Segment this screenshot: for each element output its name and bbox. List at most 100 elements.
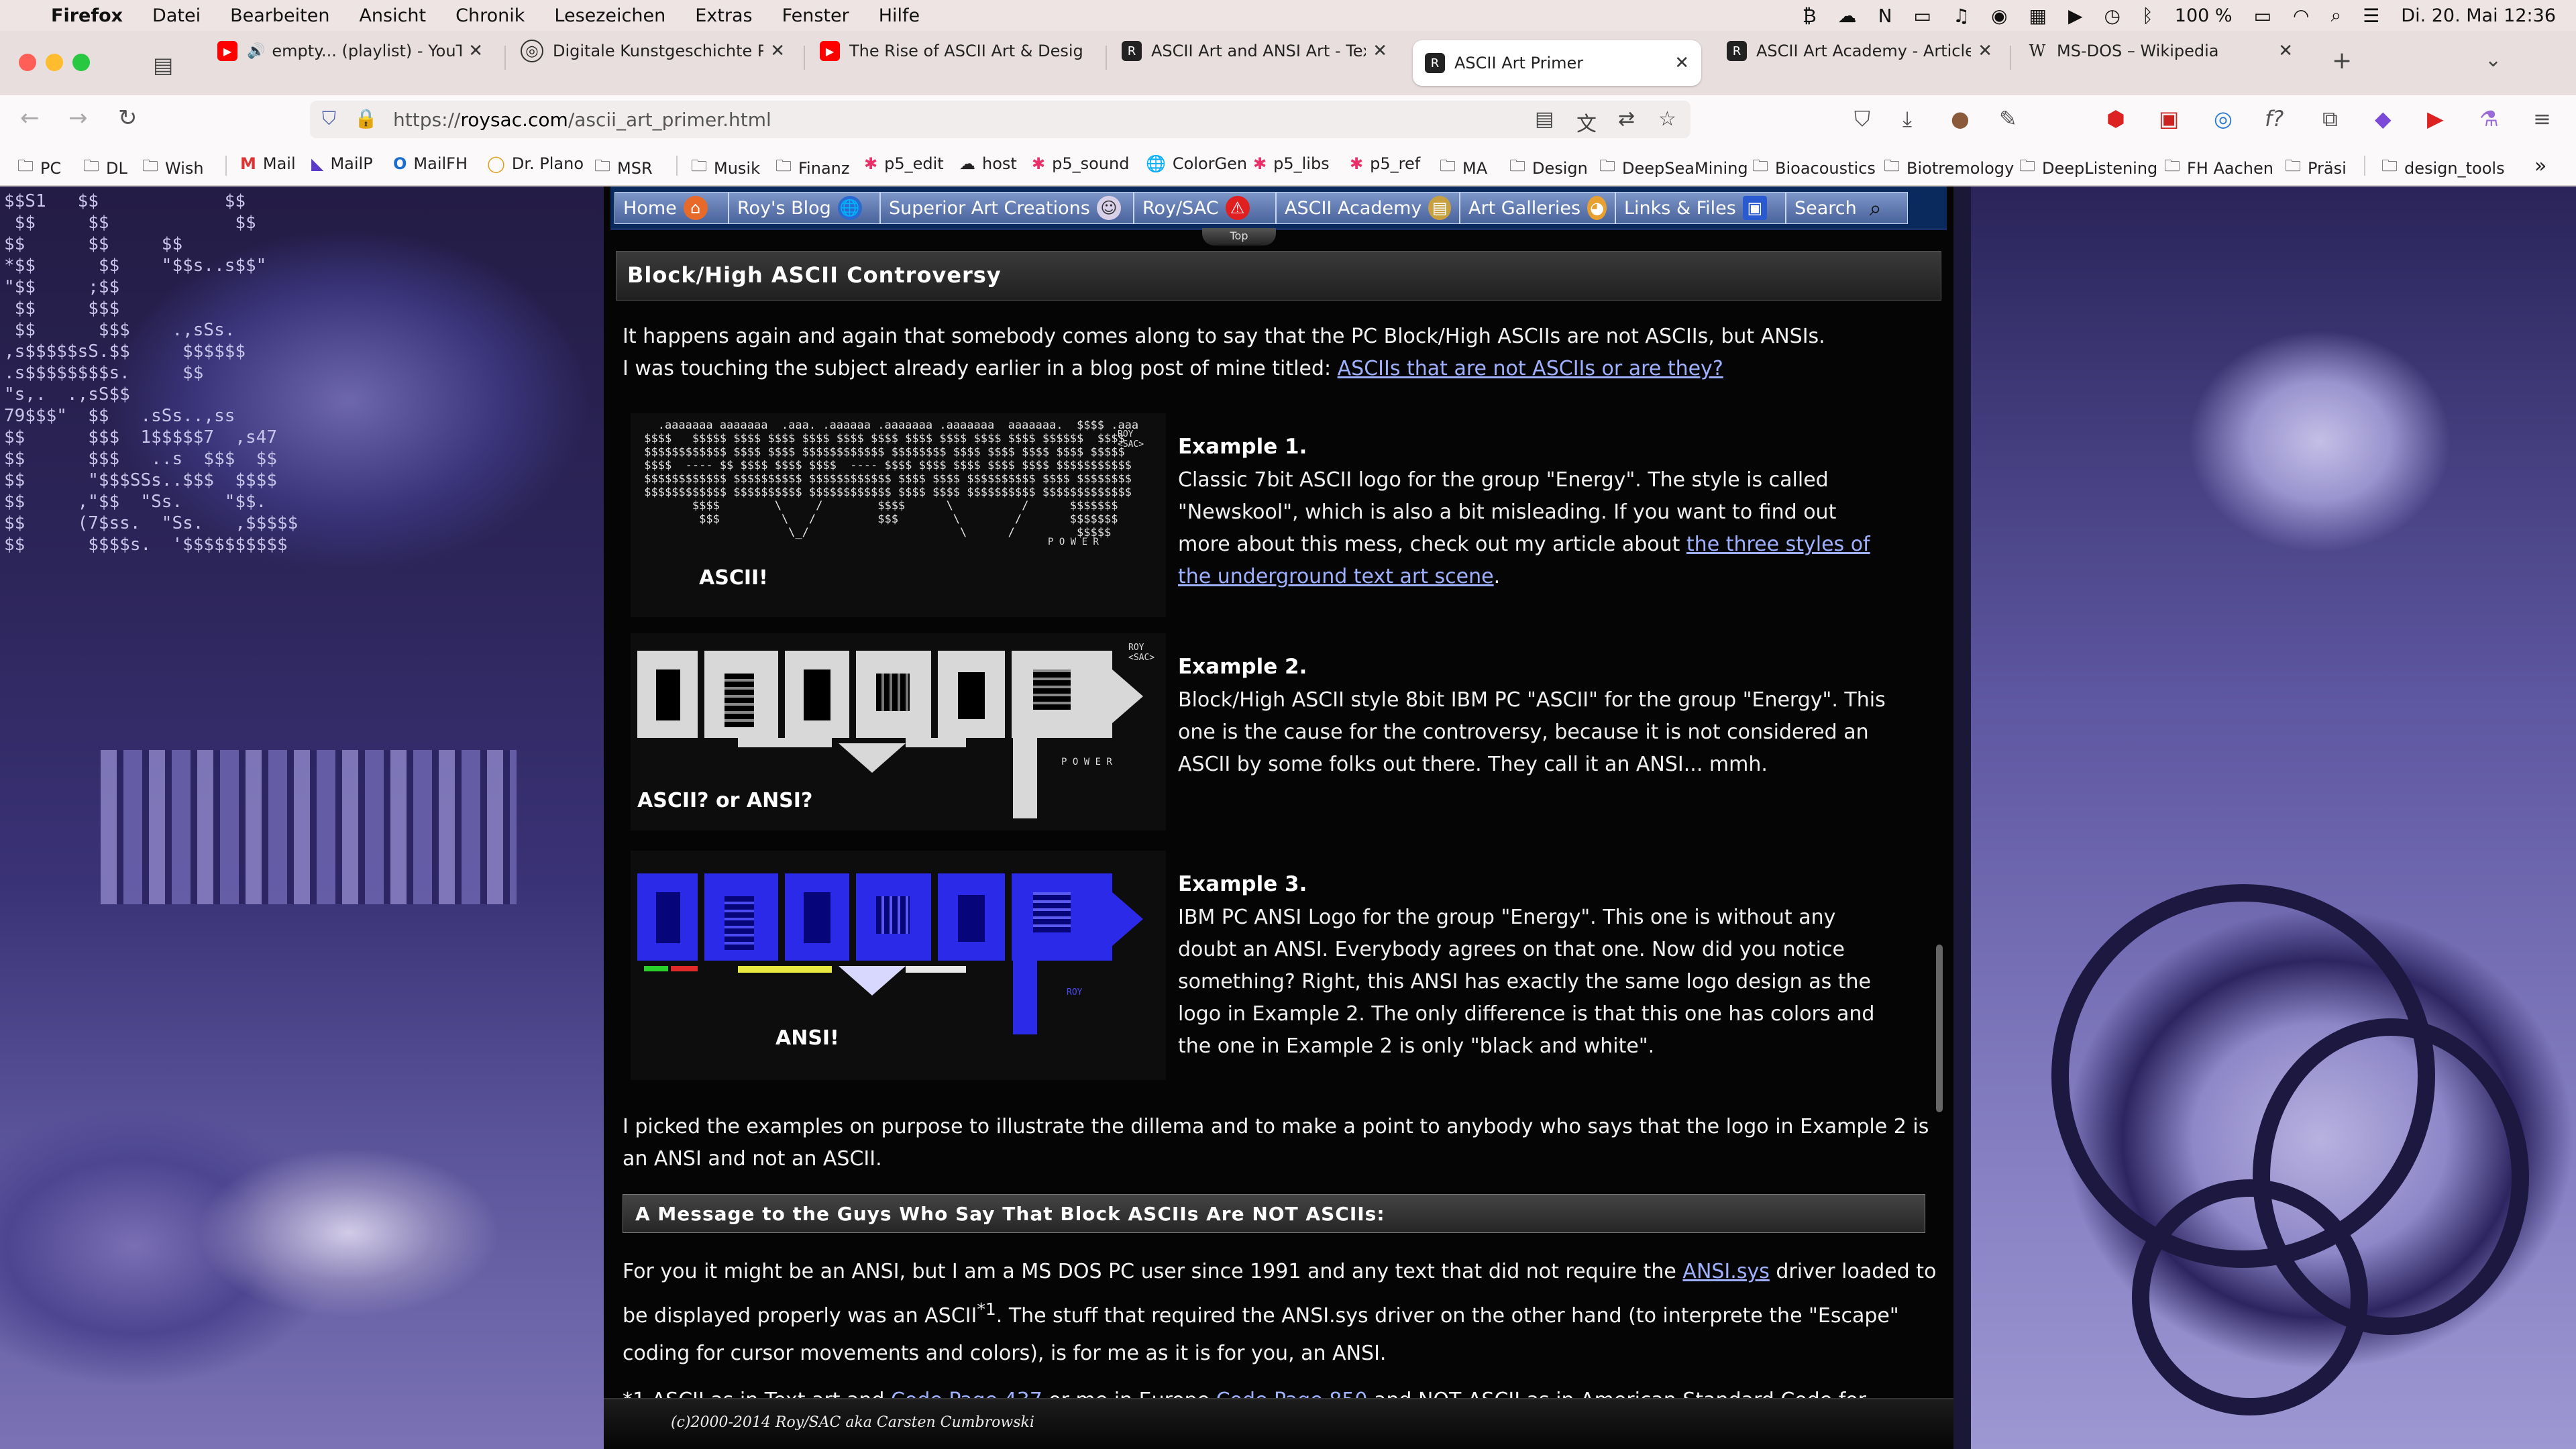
bookmark-praesi[interactable]: 🗀 Präsi <box>2285 154 2347 182</box>
adblock-icon[interactable]: ⬢ <box>2106 106 2125 131</box>
nav-ascii-academy[interactable]: ASCII Academy ▤ <box>1276 192 1460 224</box>
control-center-icon[interactable]: ☰ <box>2363 5 2379 27</box>
back-arrow-icon[interactable]: ← <box>20 105 40 131</box>
eyedropper-icon[interactable]: ✎ <box>1999 106 2017 131</box>
bookmark-pc[interactable]: 🗀 PC <box>17 154 61 182</box>
menu-fenster[interactable]: Fenster <box>782 5 849 26</box>
headphones-icon[interactable]: ♫ <box>1953 5 1970 27</box>
blog-post-link[interactable]: ASCIIs that are not ASCIIs or are they? <box>1338 357 1723 380</box>
close-tab-icon[interactable]: ✕ <box>2278 41 2293 61</box>
tab-digitale-kunstgeschichte[interactable]: ◎ Digitale Kunstgeschichte Präse ✕ <box>508 24 797 78</box>
menu-bearbeiten[interactable]: Bearbeiten <box>230 5 329 26</box>
bookmark-biotremology[interactable]: 🗀 Biotremology <box>1884 154 2014 182</box>
close-tab-icon[interactable]: ✕ <box>1978 41 1992 61</box>
menu-datei[interactable]: Datei <box>152 5 201 26</box>
bookmark-mailfh[interactable]: O MailFH <box>393 154 468 173</box>
list-all-tabs-chevron-icon[interactable]: ⌄ <box>2485 48 2502 72</box>
bookmark-msr[interactable]: 🗀 MSR <box>594 154 653 182</box>
new-tab-plus-icon[interactable]: + <box>2332 47 2352 74</box>
menu-extras[interactable]: Extras <box>695 5 752 26</box>
ansi-sys-link[interactable]: ANSI.sys <box>1682 1260 1769 1283</box>
close-window-button[interactable] <box>19 54 36 71</box>
extension-play-icon[interactable]: ▶ <box>2427 106 2444 131</box>
translate-page-icon[interactable]: ⇄ <box>1618 107 1635 131</box>
reload-icon[interactable]: ↻ <box>118 105 138 131</box>
url-bar[interactable]: ⛉ 🔒 https://roysac.com/ascii_art_primer.… <box>310 101 1690 138</box>
hamburger-menu-icon[interactable]: ≡ <box>2533 106 2551 131</box>
bookmark-ma[interactable]: 🗀 MA <box>1440 154 1487 182</box>
bookmark-deeplistening[interactable]: 🗀 DeepListening <box>2019 154 2157 182</box>
extension-red-icon[interactable]: ▣ <box>2159 106 2179 131</box>
close-tab-icon[interactable]: ✕ <box>468 41 483 61</box>
tab-overview-icon[interactable]: ▤ <box>153 52 173 78</box>
url-text[interactable]: https://roysac.com/ascii_art_primer.html <box>393 109 771 131</box>
bookmark-design-tools[interactable]: 🗀 design_tools <box>2381 154 2505 182</box>
nav-roys-blog[interactable]: Roy's Blog 🌐 <box>729 192 880 224</box>
top-button[interactable]: Top <box>1202 228 1276 246</box>
extension-circle-icon[interactable]: ◎ <box>2214 106 2233 131</box>
bookmark-host[interactable]: ☁ host <box>959 154 1017 173</box>
menu-hilfe[interactable]: Hilfe <box>879 5 920 26</box>
bookmark-fh-aachen[interactable]: 🗀 FH Aachen <box>2164 154 2273 182</box>
reader-view-icon[interactable]: ▤ <box>1535 107 1554 131</box>
bookmark-bioacoustics[interactable]: 🗀 Bioacoustics <box>1752 154 1876 182</box>
content-scrollbar[interactable] <box>1936 945 1943 1112</box>
bookmark-deepseamining[interactable]: 🗀 DeepSeaMining <box>1599 154 1748 182</box>
display-icon[interactable]: ▭ <box>1914 5 1931 27</box>
bookmark-finanz[interactable]: 🗀 Finanz <box>775 154 849 182</box>
bookmark-dl[interactable]: 🗀 DL <box>83 154 127 182</box>
close-tab-icon[interactable]: ✕ <box>1674 53 1689 73</box>
grid-icon[interactable]: ▦ <box>2029 5 2047 27</box>
bookmark-p5-sound[interactable]: ✱ p5_sound <box>1032 154 1129 173</box>
bookmarks-overflow-chevron-icon[interactable]: » <box>2534 154 2546 178</box>
tab-ascii-art-and-ansi-art[interactable]: R ASCII Art and ANSI Art - Text Ar ✕ <box>1110 24 1399 78</box>
tab-ascii-art-primer[interactable]: R ASCII Art Primer ✕ <box>1413 40 1701 86</box>
bookmark-p5-ref[interactable]: ✱ p5_ref <box>1350 154 1420 173</box>
bookmark-colorgen[interactable]: 🌐 ColorGen <box>1146 154 1247 173</box>
close-tab-icon[interactable]: ✕ <box>770 41 785 61</box>
nav-roy-sac[interactable]: Roy/SAC ⚠ <box>1134 192 1276 224</box>
bookmark-musik[interactable]: 🗀 Musik <box>691 154 760 182</box>
menu-lesezeichen[interactable]: Lesezeichen <box>554 5 665 26</box>
tab-ms-dos-wikipedia[interactable]: W MS-DOS – Wikipedia ✕ <box>2015 24 2305 78</box>
speaker-icon[interactable]: 🔊 <box>247 43 265 60</box>
cloud-status-icon[interactable]: ☁ <box>1838 5 1857 27</box>
minimize-window-button[interactable] <box>46 54 63 71</box>
battery-icon[interactable]: ▭ <box>2254 5 2271 27</box>
wifi-icon[interactable]: ◠ <box>2293 5 2309 27</box>
bluetooth-icon[interactable]: ᛒ <box>2142 5 2153 27</box>
bookmark-dr-plano[interactable]: ◯ Dr. Plano <box>487 154 584 173</box>
bookmark-mailp[interactable]: ◣ MailP <box>311 154 373 173</box>
bookmark-star-icon[interactable]: ☆ <box>1658 107 1676 131</box>
nav-home[interactable]: Home ⌂ <box>614 192 729 224</box>
bookmark-p5-libs[interactable]: ✱ p5_libs <box>1253 154 1330 173</box>
nav-search[interactable]: Search ⌕ <box>1786 192 1908 224</box>
notion-icon[interactable]: N <box>1878 5 1892 27</box>
tab-ascii-art-academy[interactable]: R ASCII Art Academy - Articles an ✕ <box>1715 24 2004 78</box>
timemachine-icon[interactable]: ◷ <box>2104 5 2121 27</box>
vpn-icon[interactable]: ◉ <box>1991 5 2007 27</box>
lock-icon[interactable]: 🔒 <box>354 107 378 129</box>
nav-art-galleries[interactable]: Art Galleries ◕ <box>1460 192 1615 224</box>
zoom-window-button[interactable] <box>72 54 90 71</box>
spotlight-search-icon[interactable]: ⌕ <box>2330 4 2341 27</box>
play-icon[interactable]: ▶ <box>2068 5 2083 27</box>
menu-app-firefox[interactable]: Firefox <box>51 5 123 26</box>
extensions-puzzle-icon[interactable]: ⧉ <box>2322 106 2338 132</box>
tab-youtube-playlist[interactable]: ▶ 🔊 empty... (playlist) - YouTube ✕ <box>205 24 495 78</box>
extension-diamond-icon[interactable]: ◆ <box>2375 106 2392 131</box>
translate-icon[interactable]: 文 <box>1576 107 1597 137</box>
bookmark-mail[interactable]: M Mail <box>240 154 296 173</box>
forward-arrow-icon[interactable]: → <box>68 105 88 131</box>
tracking-shield-icon[interactable]: ⛉ <box>322 107 336 130</box>
extension-flask-icon[interactable]: ⚗ <box>2479 106 2499 131</box>
status-icon-1[interactable]: ₿ <box>1803 5 1817 27</box>
tab-rise-of-ascii-art[interactable]: ▶ The Rise of ASCII Art & Design - <box>808 24 1096 78</box>
nav-links-and-files[interactable]: Links & Files ▣ <box>1615 192 1786 224</box>
formula-icon[interactable]: f? <box>2265 106 2284 131</box>
nav-superior-art-creations[interactable]: Superior Art Creations ☺ <box>880 192 1134 224</box>
pocket-icon[interactable]: ⛉ <box>1854 106 1870 132</box>
downloads-icon[interactable]: ⤓ <box>1902 106 1912 132</box>
bookmark-wish[interactable]: 🗀 Wish <box>142 154 204 182</box>
profile-avatar-icon[interactable]: ● <box>1951 106 1970 131</box>
